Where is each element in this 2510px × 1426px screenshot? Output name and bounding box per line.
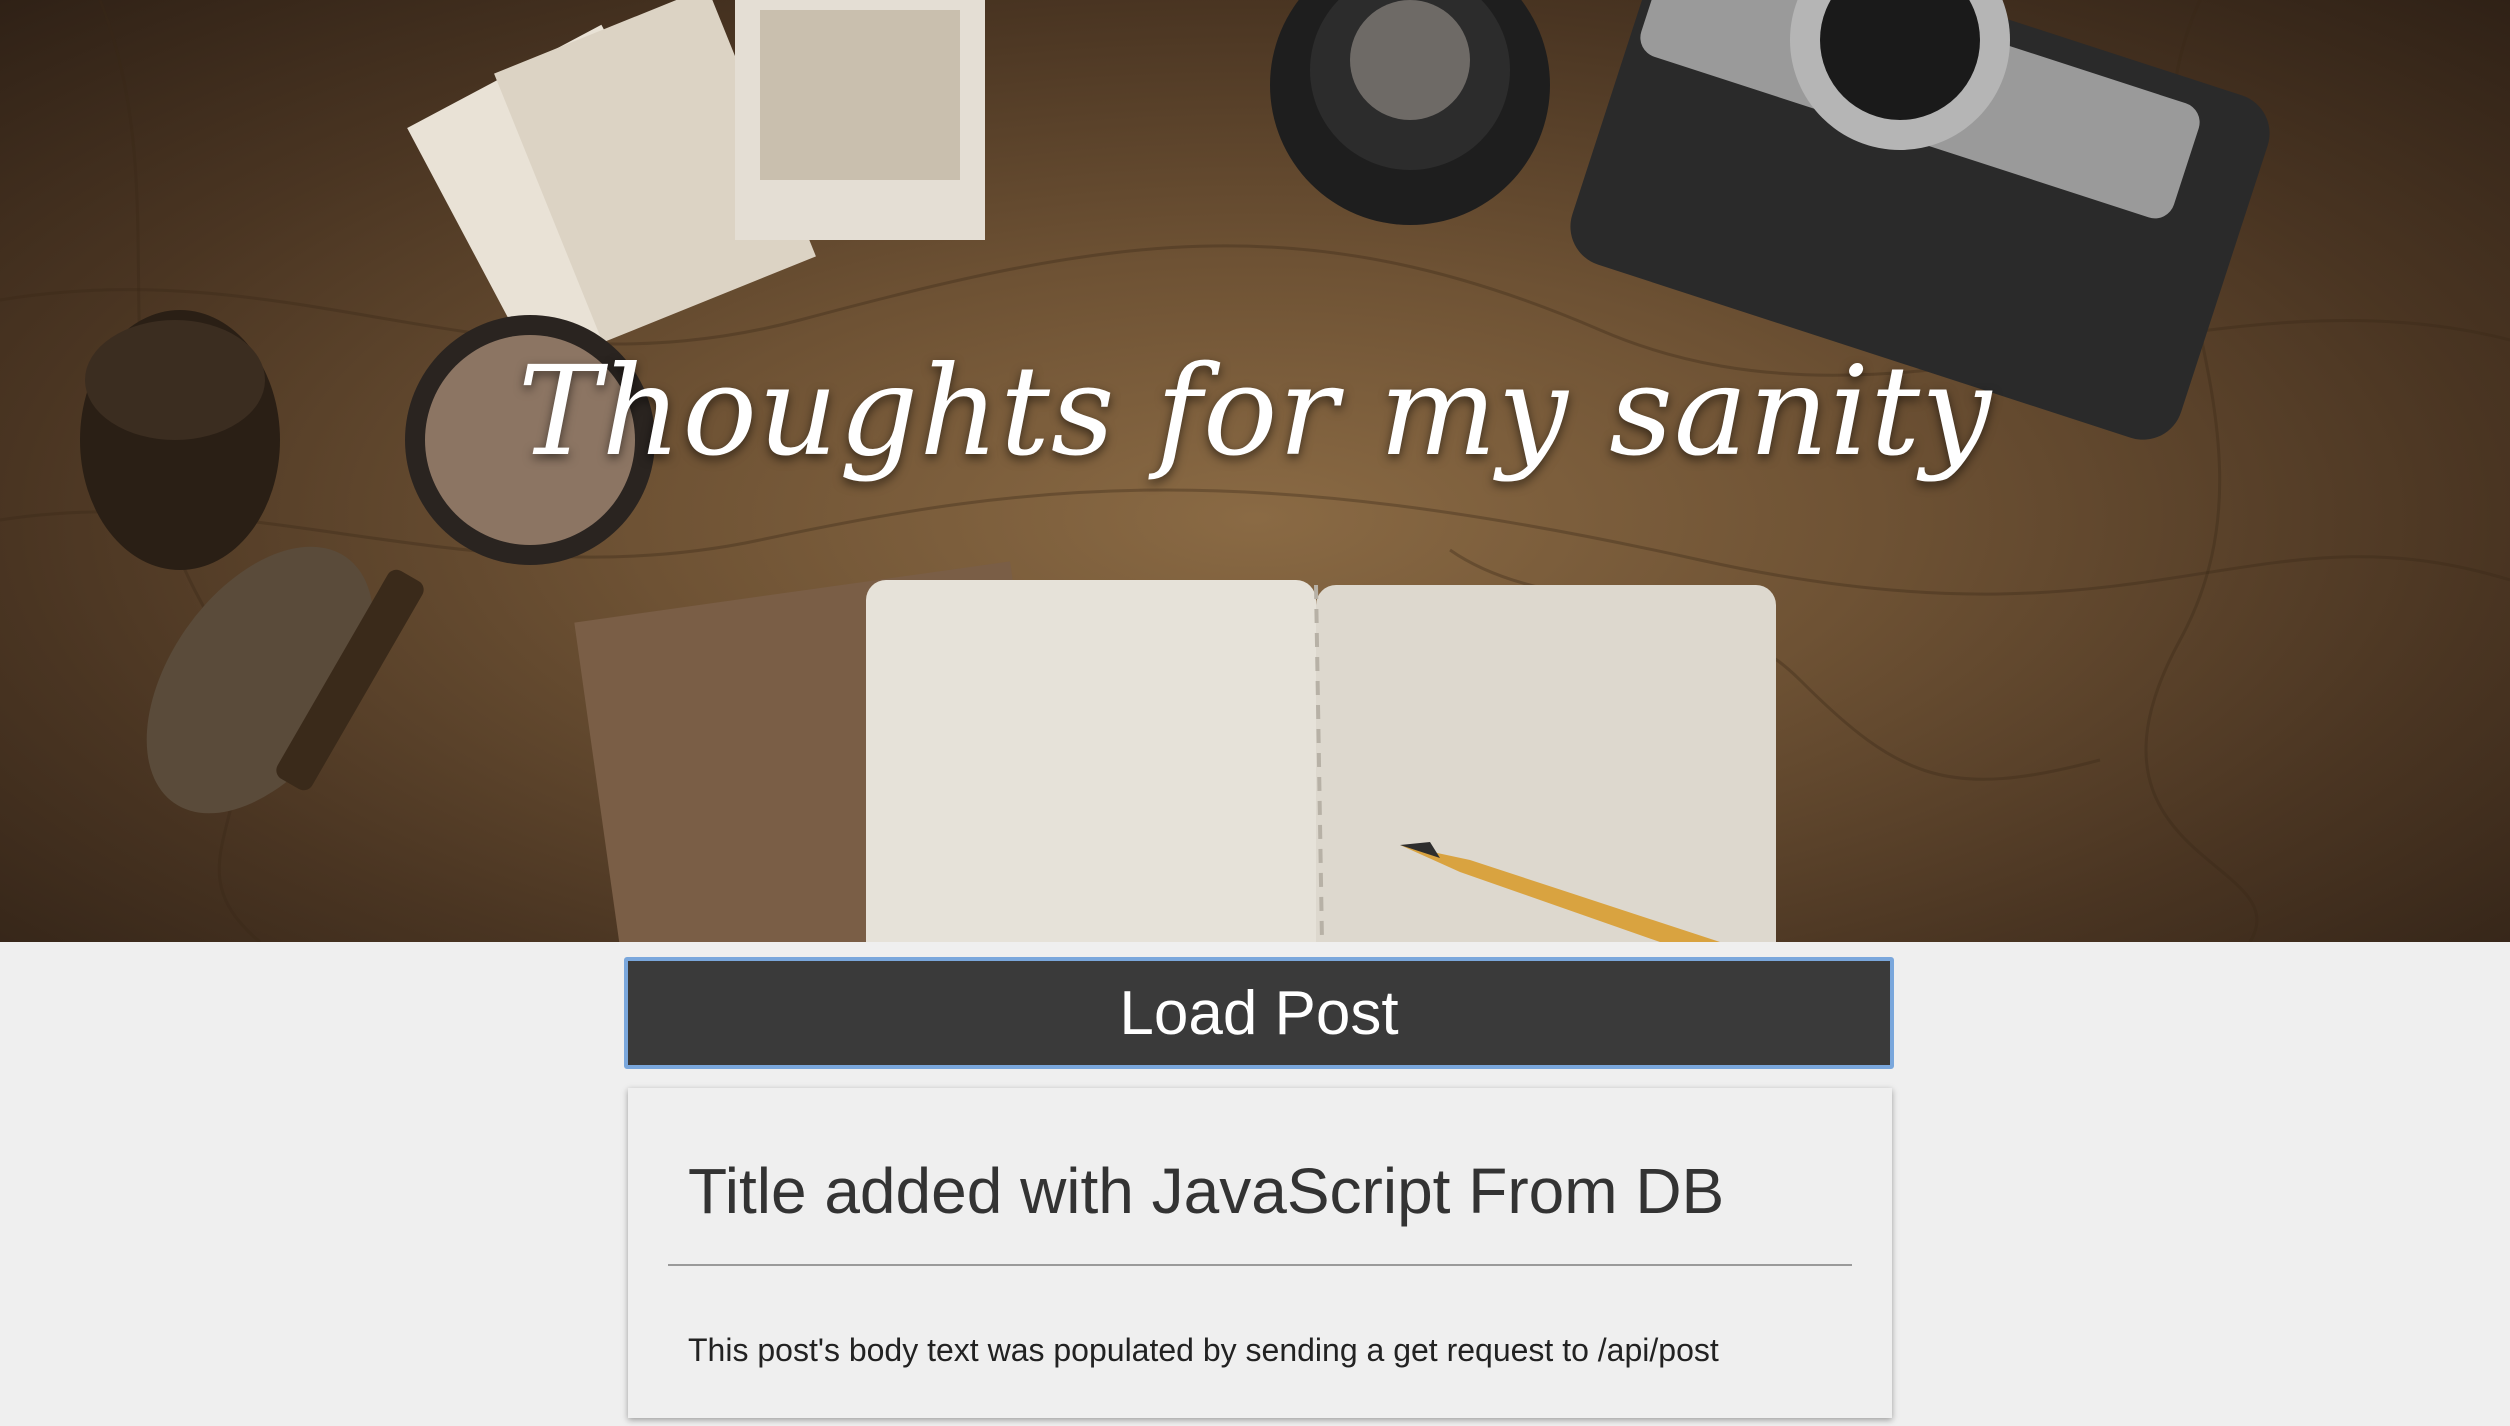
open-notebook-decor bbox=[866, 580, 1776, 942]
post-divider bbox=[668, 1264, 1852, 1266]
hero-banner: Thoughts for my sanity bbox=[0, 0, 2510, 942]
post-card: Title added with JavaScript From DB This… bbox=[628, 1088, 1892, 1418]
page-title: Thoughts for my sanity bbox=[517, 340, 1993, 484]
post-body: This post's body text was populated by s… bbox=[688, 1332, 1719, 1368]
post-title: Title added with JavaScript From DB bbox=[688, 1155, 1725, 1227]
load-post-button[interactable]: Load Post bbox=[624, 957, 1894, 1069]
postcards-decor bbox=[407, 0, 985, 376]
camera-lens-decor bbox=[1270, 0, 1550, 225]
